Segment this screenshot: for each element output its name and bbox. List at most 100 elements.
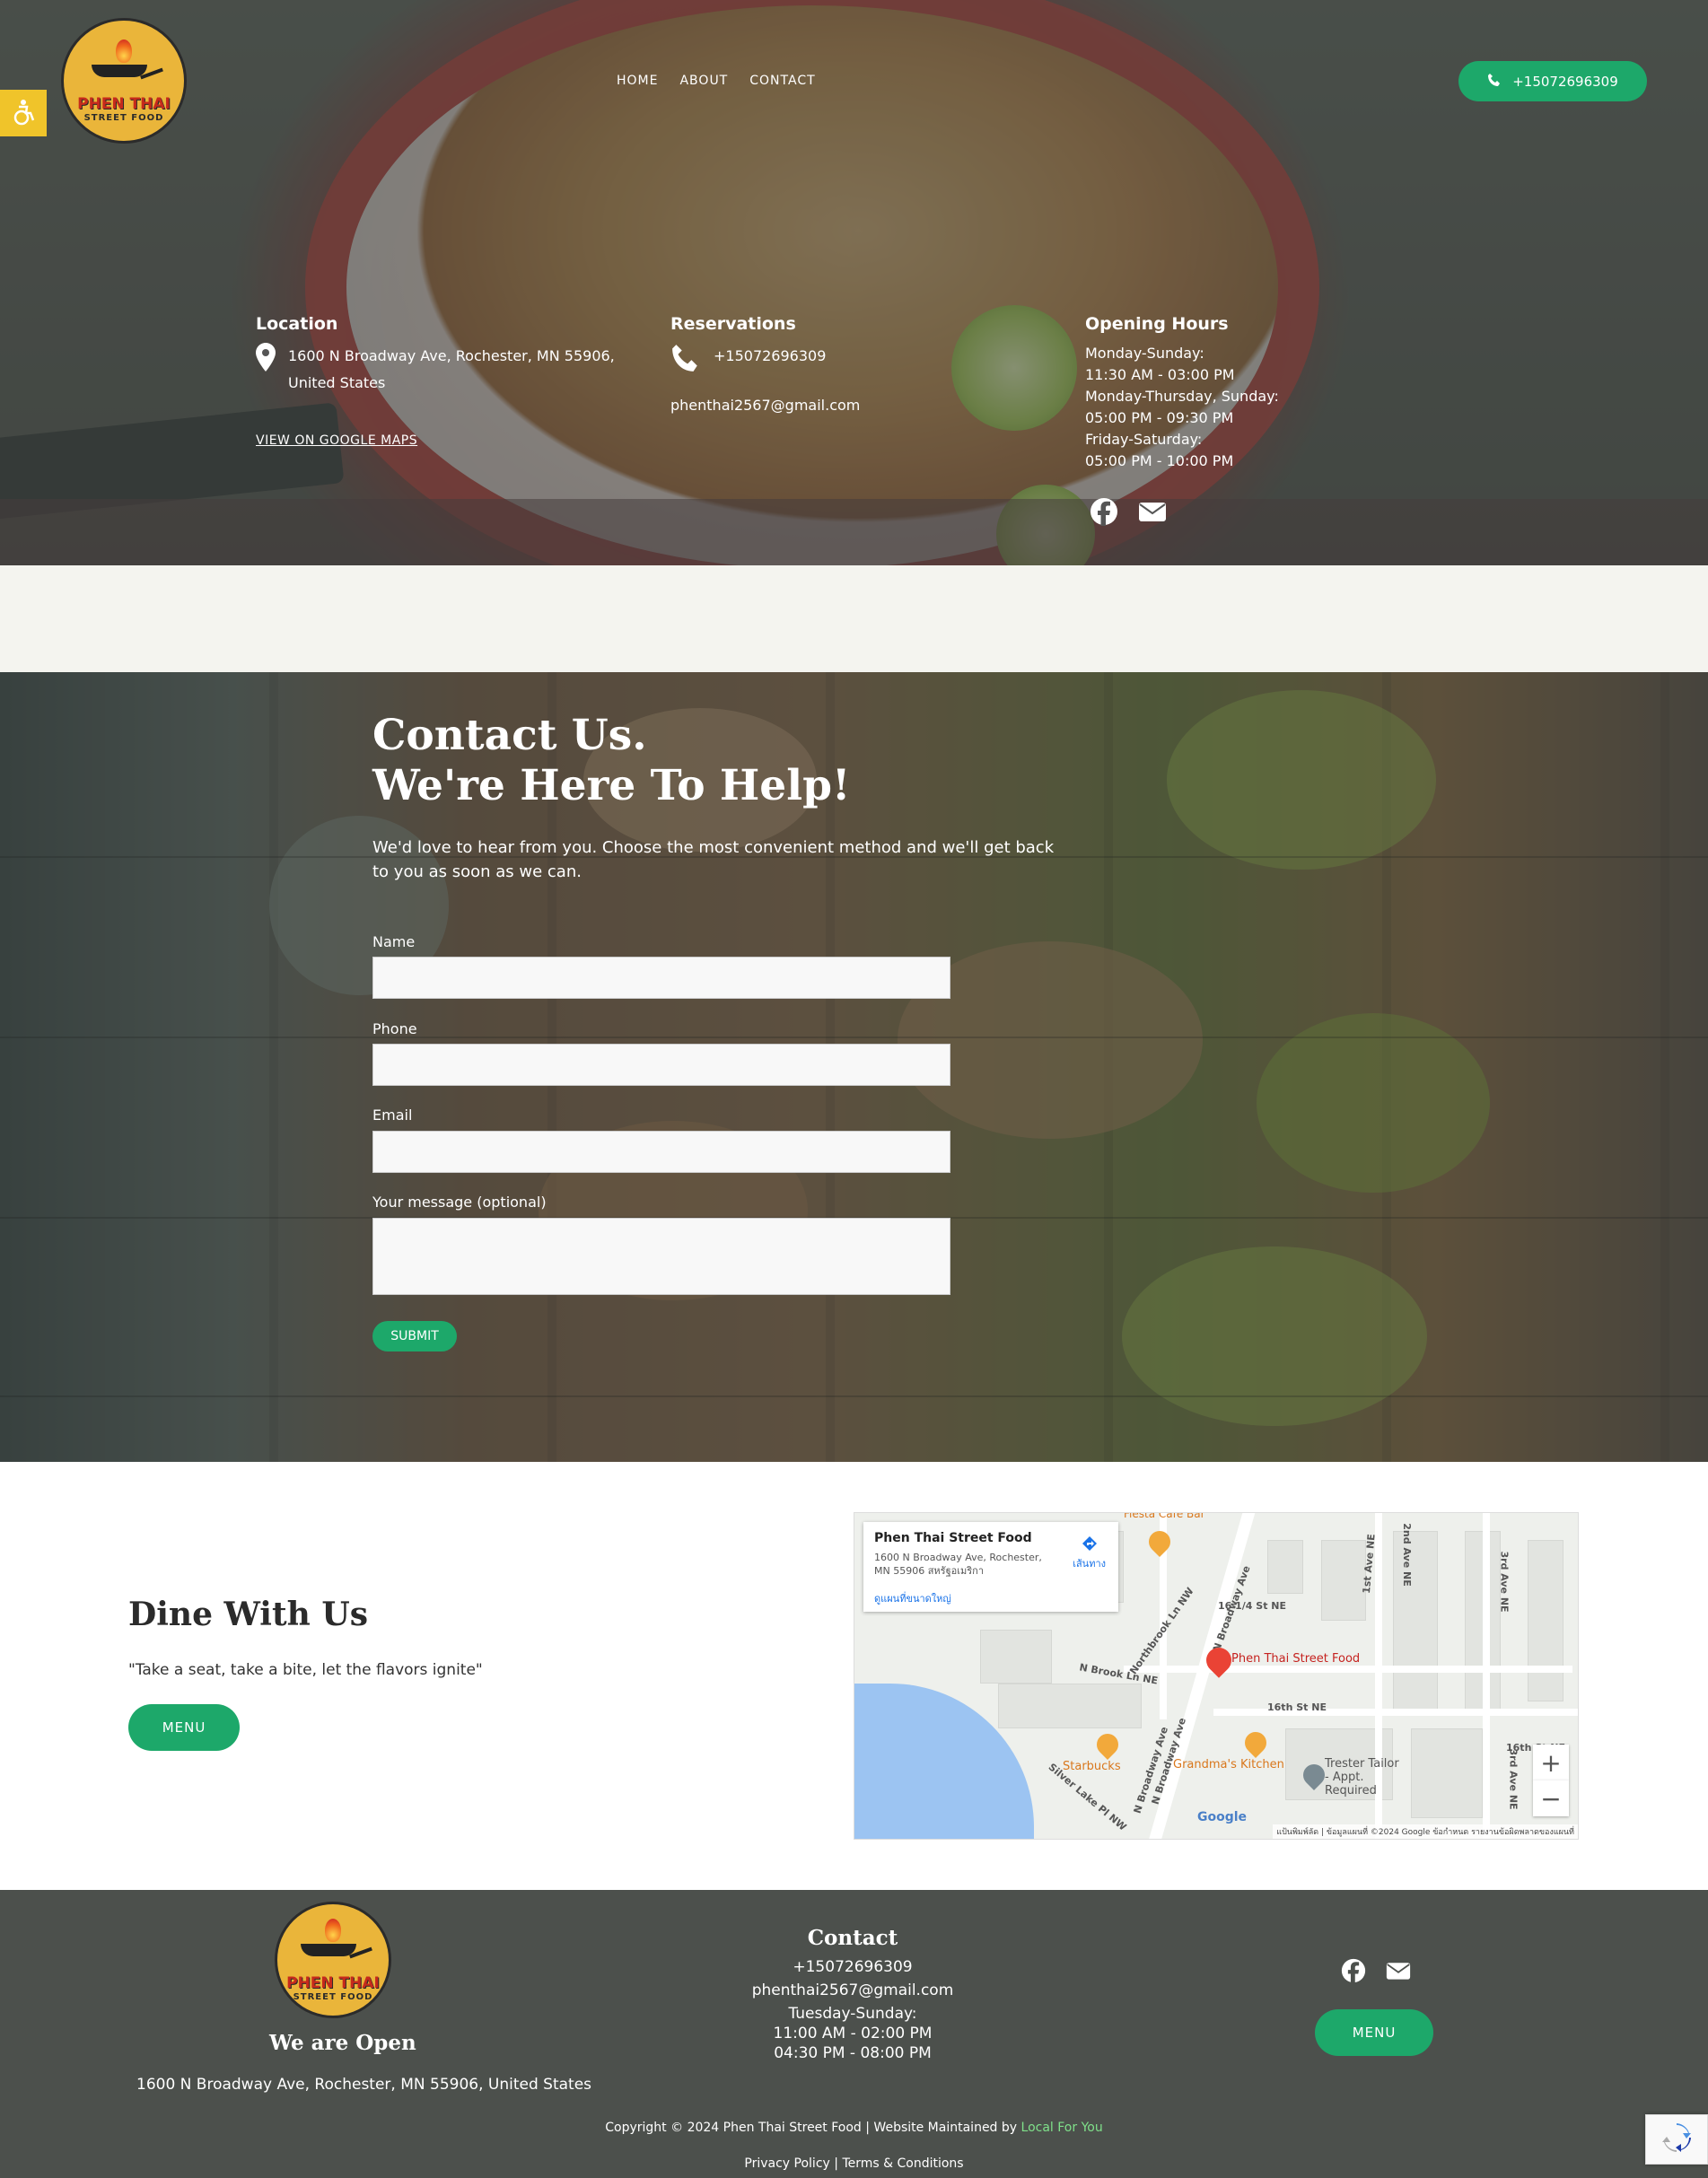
envelope-icon[interactable]	[1138, 497, 1167, 526]
hero-social-links	[1090, 497, 1167, 526]
restaurant-pin-icon[interactable]	[1240, 1728, 1271, 1758]
recaptcha-icon	[1660, 2121, 1693, 2157]
privacy-policy-link[interactable]: Privacy Policy	[744, 2156, 829, 2171]
road-label: 2nd Ave NE	[1400, 1523, 1413, 1587]
facebook-icon[interactable]	[1341, 1958, 1366, 1983]
message-label: Your message (optional)	[372, 1194, 547, 1211]
footer-contact-heading: Contact	[807, 1926, 898, 1950]
poi-label[interactable]: Trester Tailor - Appt. Required	[1325, 1757, 1406, 1798]
hours-line: Friday-Saturday:	[1085, 431, 1203, 448]
footer-hours-1: 11:00 AM - 02:00 PM	[773, 2025, 933, 2042]
logo-tagline: STREET FOOD	[293, 1991, 373, 2002]
logo-name: PHEN THAI	[286, 1973, 380, 1992]
map-pin-icon	[256, 343, 276, 397]
poi-label[interactable]: Grandma's Kitchen	[1173, 1758, 1284, 1771]
submit-button[interactable]: SUBMIT	[372, 1321, 457, 1351]
header-phone-label: +15072696309	[1512, 73, 1618, 90]
location-block: Location 1600 N Broadway Ave, Rochester,…	[256, 314, 615, 448]
google-logo: Google	[1197, 1810, 1248, 1824]
location-heading: Location	[256, 314, 338, 334]
google-map-embed[interactable]: N Broadway Ave N Broadway Ave N Broadway…	[854, 1512, 1579, 1840]
hours-line: 11:30 AM - 03:00 PM	[1085, 366, 1235, 383]
road-label: 16th St NE	[1267, 1701, 1327, 1713]
road-label: 3rd Ave NE	[1507, 1748, 1520, 1810]
logo-name: PHEN THAI	[77, 94, 171, 113]
email-label: Email	[372, 1106, 413, 1124]
contact-title-line1: Contact Us.	[372, 711, 647, 760]
hero-section	[0, 0, 1708, 565]
main-nav: HOME ABOUT CONTACT	[617, 74, 816, 88]
spacer-band	[0, 565, 1708, 672]
nav-contact[interactable]: CONTACT	[749, 74, 815, 88]
envelope-icon[interactable]	[1386, 1958, 1411, 1983]
name-label: Name	[372, 933, 416, 950]
map-place-card: Phen Thai Street Food 1600 N Broadway Av…	[863, 1522, 1118, 1612]
phone-icon	[670, 343, 701, 382]
footer-contact: Contact +15072696309 phenthai2567@gmail.…	[718, 1926, 987, 2063]
footer-hours-2: 04:30 PM - 08:00 PM	[774, 2044, 932, 2062]
poi-label[interactable]: Fiesta Cafe Bar	[1124, 1513, 1205, 1520]
map-attribution[interactable]: แป้นพิมพ์ลัด | ข้อมูลแผนที่ ©2024 Google…	[1273, 1824, 1578, 1839]
reservations-email[interactable]: phenthai2567@gmail.com	[670, 395, 860, 416]
site-logo[interactable]: PHEN THAI STREET FOOD	[61, 18, 187, 144]
message-field[interactable]	[372, 1218, 950, 1295]
dine-quote: "Take a seat, take a bite, let the flavo…	[128, 1661, 483, 1679]
hours-block: Opening Hours Monday-Sunday: 11:30 AM - …	[1085, 314, 1279, 472]
reservations-phone[interactable]: +15072696309	[714, 343, 826, 382]
policy-links: Privacy Policy | Terms & Conditions	[0, 2156, 1708, 2171]
maintainer-link[interactable]: Local For You	[1021, 2121, 1103, 2135]
phone-field[interactable]	[372, 1044, 950, 1086]
reservations-heading: Reservations	[670, 314, 796, 334]
cafe-pin-icon[interactable]	[1092, 1729, 1123, 1760]
copyright: Copyright © 2024 Phen Thai Street Food |…	[0, 2121, 1708, 2135]
pin-label[interactable]: Phen Thai Street Food	[1231, 1652, 1360, 1666]
hours-line: 05:00 PM - 10:00 PM	[1085, 452, 1234, 469]
copyright-text: Copyright © 2024 Phen Thai Street Food |…	[605, 2121, 1021, 2135]
facebook-icon[interactable]	[1090, 497, 1118, 526]
google-maps-link[interactable]: VIEW ON GOOGLE MAPS	[256, 433, 417, 448]
pan-icon	[301, 1943, 372, 1971]
contact-title-line2: We're Here To Help!	[372, 761, 851, 810]
footer-logo[interactable]: PHEN THAI STREET FOOD	[275, 1902, 391, 2018]
footer-social-links	[1341, 1958, 1411, 1983]
flame-icon	[325, 1918, 341, 1942]
restaurant-pin-icon[interactable]	[1144, 1526, 1175, 1557]
road-label: 3rd Ave NE	[1498, 1551, 1511, 1613]
poi-label[interactable]: Starbucks	[1063, 1760, 1121, 1773]
dine-menu-button[interactable]: MENU	[128, 1704, 240, 1751]
larger-map-link[interactable]: ดูแผนที่ขนาดใหญ่	[874, 1590, 1108, 1606]
hours-line: 05:00 PM - 09:30 PM	[1085, 409, 1234, 426]
flame-icon	[116, 39, 132, 63]
location-address-line2: United States	[288, 374, 386, 391]
directions-label: เส้นทาง	[1073, 1558, 1106, 1570]
hero-overlay	[0, 0, 1708, 565]
footer-menu-button[interactable]: MENU	[1315, 2009, 1433, 2056]
hours-line: Monday-Thursday, Sunday:	[1085, 388, 1279, 405]
reservations-block: Reservations +15072696309 phenthai2567@g…	[670, 314, 860, 416]
road-label: 16 1/4 St NE	[1218, 1600, 1287, 1612]
footer-address: 1600 N Broadway Ave, Rochester, MN 55906…	[136, 2076, 592, 2094]
email-field[interactable]	[372, 1131, 950, 1173]
recaptcha-badge[interactable]	[1645, 2114, 1708, 2165]
phone-icon	[1487, 73, 1502, 91]
footer-open-title: We are Open	[269, 2031, 416, 2055]
footer-phone[interactable]: +15072696309	[718, 1957, 987, 1977]
location-address-line1: 1600 N Broadway Ave, Rochester, MN 55906…	[288, 347, 615, 364]
hours-heading: Opening Hours	[1085, 314, 1229, 334]
nav-home[interactable]: HOME	[617, 74, 658, 88]
accessibility-button[interactable]	[0, 90, 47, 136]
name-field[interactable]	[372, 957, 950, 999]
nav-about[interactable]: ABOUT	[679, 74, 728, 88]
zoom-in-button[interactable]: +	[1533, 1745, 1569, 1780]
dine-title: Dine With Us	[128, 1596, 368, 1633]
footer-email[interactable]: phenthai2567@gmail.com	[718, 1981, 987, 2000]
terms-link[interactable]: Terms & Conditions	[842, 2156, 963, 2171]
contact-intro: We'd love to hear from you. Choose the m…	[372, 838, 1055, 881]
logo-tagline: STREET FOOD	[83, 112, 164, 123]
accessibility-icon	[8, 96, 39, 130]
hero-band	[0, 499, 1708, 565]
header-phone-button[interactable]: +15072696309	[1458, 61, 1647, 101]
map-place-address: 1600 N Broadway Ave, Rochester, MN 55906…	[874, 1552, 1042, 1577]
zoom-out-button[interactable]: −	[1533, 1780, 1569, 1816]
directions-link[interactable]: เส้นทาง	[1073, 1535, 1106, 1571]
